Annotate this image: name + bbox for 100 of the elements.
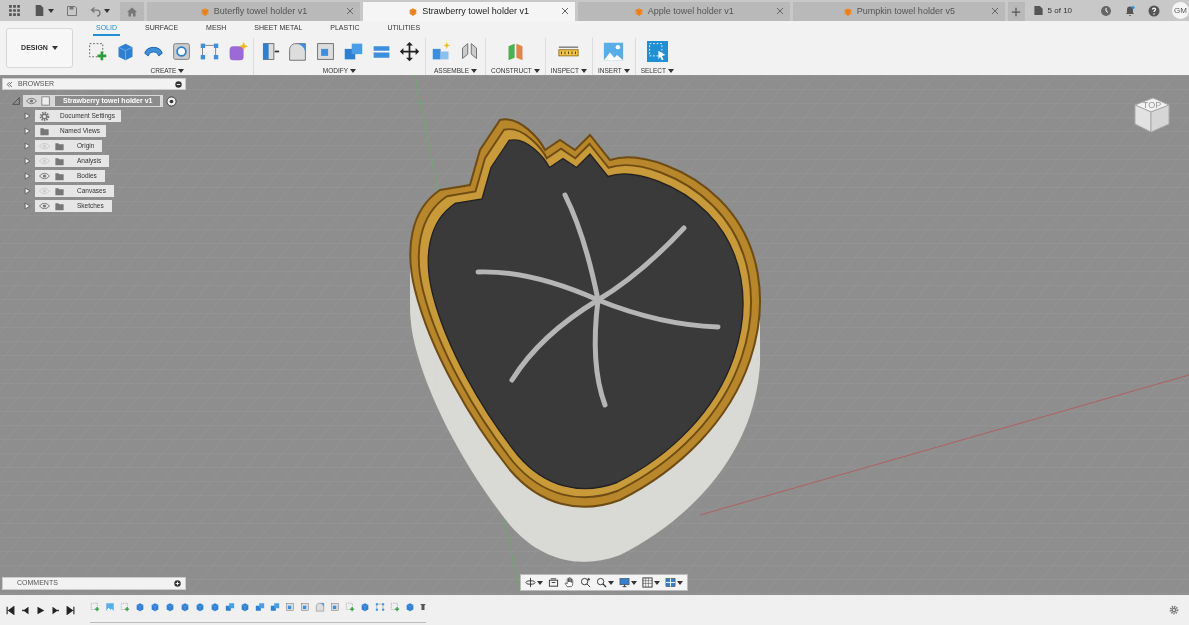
gear-icon bbox=[39, 110, 50, 122]
folder-icon bbox=[54, 141, 65, 151]
sketch-icon[interactable] bbox=[87, 40, 108, 62]
close-icon[interactable] bbox=[560, 7, 569, 15]
document-tab[interactable]: Buterfly towel holder v1 bbox=[147, 2, 360, 21]
fillet-icon[interactable] bbox=[287, 40, 308, 62]
combine-icon[interactable] bbox=[270, 602, 280, 612]
document-icon bbox=[41, 96, 51, 106]
caret-icon bbox=[48, 8, 54, 13]
cube-icon bbox=[199, 6, 210, 17]
file-icon[interactable] bbox=[33, 4, 46, 17]
picture-icon[interactable] bbox=[603, 40, 625, 62]
fillet-icon[interactable] bbox=[315, 602, 325, 612]
grid-icon[interactable] bbox=[642, 577, 653, 588]
caret-icon bbox=[654, 580, 660, 585]
combine-icon[interactable] bbox=[225, 602, 235, 612]
cube-icon[interactable] bbox=[240, 602, 250, 612]
cube-icon bbox=[842, 6, 853, 17]
move-icon[interactable] bbox=[399, 40, 420, 62]
cube-icon bbox=[633, 6, 644, 17]
as-built-joint-icon[interactable] bbox=[459, 40, 480, 62]
caret-icon bbox=[178, 68, 185, 73]
hand-icon[interactable] bbox=[564, 577, 575, 588]
caret-icon bbox=[623, 68, 630, 73]
sketch-icon[interactable] bbox=[90, 602, 100, 612]
cube-icon[interactable] bbox=[150, 602, 160, 612]
skip-start-icon[interactable] bbox=[6, 605, 15, 615]
play-icon[interactable] bbox=[36, 605, 45, 615]
apps-grid-icon[interactable] bbox=[8, 4, 21, 17]
undo-icon[interactable] bbox=[90, 4, 102, 17]
cube-icon[interactable] bbox=[135, 602, 145, 612]
cube-icon[interactable] bbox=[180, 602, 190, 612]
caret-icon bbox=[537, 580, 543, 585]
version-count[interactable]: 5 of 10 bbox=[1047, 4, 1073, 17]
sparkle-cube-icon[interactable] bbox=[227, 40, 248, 62]
user-avatar[interactable]: GM bbox=[1172, 2, 1189, 19]
version-icon bbox=[1032, 5, 1044, 16]
step-back-icon[interactable] bbox=[21, 605, 30, 615]
folder-icon bbox=[39, 126, 50, 136]
zoom-fit-icon[interactable] bbox=[596, 577, 607, 588]
document-tab[interactable]: Strawberry towel holder v1 bbox=[362, 2, 575, 21]
pattern-icon[interactable] bbox=[375, 602, 385, 612]
orbit-icon[interactable] bbox=[525, 577, 536, 588]
select-cursor-icon[interactable] bbox=[646, 40, 668, 62]
activate-radio-icon[interactable] bbox=[166, 95, 178, 107]
cube-icon[interactable] bbox=[165, 602, 175, 612]
step-forward-icon[interactable] bbox=[51, 605, 60, 615]
caret-icon bbox=[350, 68, 357, 73]
add-comment-icon[interactable] bbox=[174, 580, 181, 587]
shell-icon[interactable] bbox=[330, 602, 340, 612]
skip-end-icon[interactable] bbox=[66, 605, 75, 615]
cube-icon bbox=[408, 6, 419, 17]
close-icon[interactable] bbox=[345, 7, 354, 15]
plus-icon bbox=[1011, 6, 1022, 17]
caret-icon bbox=[677, 580, 683, 585]
shell-icon[interactable] bbox=[285, 602, 295, 612]
help-icon[interactable] bbox=[1148, 4, 1161, 17]
caret-icon bbox=[631, 580, 637, 585]
hole-icon[interactable] bbox=[171, 40, 192, 62]
shell-icon[interactable] bbox=[300, 602, 310, 612]
zoom-icon[interactable] bbox=[580, 577, 591, 588]
folder-icon bbox=[54, 201, 65, 211]
notification-bell-icon[interactable] bbox=[1124, 4, 1137, 17]
caret-icon bbox=[533, 68, 540, 73]
caret-icon bbox=[581, 68, 587, 73]
cube-icon[interactable] bbox=[195, 602, 205, 612]
caret-icon bbox=[104, 8, 110, 13]
new-tab-button[interactable] bbox=[1007, 2, 1025, 21]
eye-icon[interactable] bbox=[39, 202, 50, 210]
combine-icon[interactable] bbox=[255, 602, 265, 612]
sketch-icon[interactable] bbox=[390, 602, 400, 612]
joint-icon[interactable] bbox=[431, 40, 452, 62]
shell-icon[interactable] bbox=[315, 40, 336, 62]
expanded-triangle-icon[interactable] bbox=[12, 97, 20, 105]
caret-icon bbox=[471, 68, 477, 73]
close-icon[interactable] bbox=[775, 7, 784, 15]
cube-icon[interactable] bbox=[360, 602, 370, 612]
cube-icon[interactable] bbox=[405, 602, 415, 612]
monitor-icon[interactable] bbox=[619, 577, 630, 588]
save-icon[interactable] bbox=[66, 4, 78, 17]
caret-icon bbox=[608, 580, 614, 585]
clock-icon[interactable] bbox=[1100, 4, 1113, 17]
collapse-icon[interactable] bbox=[6, 80, 13, 88]
cube-icon[interactable] bbox=[210, 602, 220, 612]
close-icon[interactable] bbox=[990, 7, 999, 15]
document-tab[interactable]: Apple towel holder v1 bbox=[577, 2, 790, 21]
folder-icon bbox=[54, 186, 65, 196]
folder-icon bbox=[54, 156, 65, 166]
sketch-icon[interactable] bbox=[120, 602, 130, 612]
look-at-icon[interactable] bbox=[548, 577, 559, 588]
folder-icon bbox=[54, 171, 65, 181]
picture-icon[interactable] bbox=[105, 602, 115, 612]
pin-icon[interactable] bbox=[175, 80, 182, 88]
settings-icon[interactable] bbox=[1169, 605, 1179, 615]
sketch-icon[interactable] bbox=[345, 602, 355, 612]
viewports-icon[interactable] bbox=[665, 577, 676, 588]
document-tab[interactable]: Pumpkin towel holder v5 bbox=[792, 2, 1005, 21]
eye-icon[interactable] bbox=[39, 172, 50, 180]
eye-icon[interactable] bbox=[26, 97, 37, 105]
home-tab[interactable] bbox=[120, 2, 145, 21]
